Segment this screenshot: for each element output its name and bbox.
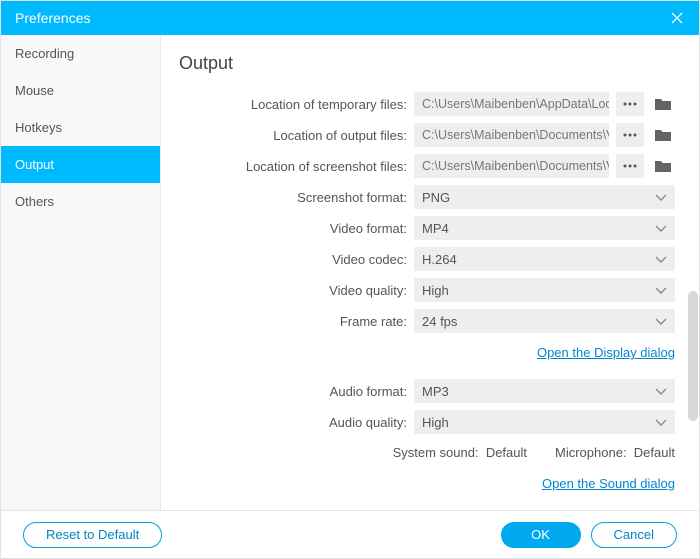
link-display-dialog[interactable]: Open the Display dialog (537, 345, 675, 360)
label-output-files: Location of output files: (179, 128, 407, 143)
audio-device-status: System sound: Default Microphone: Defaul… (179, 441, 675, 464)
label-screenshot-format: Screenshot format: (179, 190, 407, 205)
label-video-codec: Video codec: (179, 252, 407, 267)
sidebar-item-others[interactable]: Others (1, 183, 160, 220)
select-video-quality[interactable]: High (414, 278, 675, 302)
chevron-down-icon (655, 384, 667, 399)
select-audio-format[interactable]: MP3 (414, 379, 675, 403)
link-sound-dialog[interactable]: Open the Sound dialog (542, 476, 675, 491)
browse-button-temp[interactable] (616, 92, 644, 116)
cancel-button[interactable]: Cancel (591, 522, 677, 548)
row-output-files: Location of output files: C:\Users\Maibe… (179, 123, 675, 147)
chevron-down-icon (655, 221, 667, 236)
input-output-files[interactable]: C:\Users\Maibenben\Documents\V (414, 123, 609, 147)
main-panel: Output Location of temporary files: C:\U… (161, 35, 699, 510)
row-video-quality: Video quality: High (179, 278, 675, 302)
label-frame-rate: Frame rate: (179, 314, 407, 329)
chevron-down-icon (655, 252, 667, 267)
folder-icon-temp[interactable] (651, 92, 675, 116)
system-sound-label: System sound: (393, 445, 479, 460)
sidebar: Recording Mouse Hotkeys Output Others (1, 35, 161, 510)
label-video-quality: Video quality: (179, 283, 407, 298)
browse-button-screenshot[interactable] (616, 154, 644, 178)
label-audio-quality: Audio quality: (179, 415, 407, 430)
row-audio-quality: Audio quality: High (179, 410, 675, 434)
select-screenshot-format[interactable]: PNG (414, 185, 675, 209)
label-temp-files: Location of temporary files: (179, 97, 407, 112)
input-screenshot-files[interactable]: C:\Users\Maibenben\Documents\V (414, 154, 609, 178)
window-title: Preferences (15, 10, 90, 26)
sidebar-item-output[interactable]: Output (1, 146, 160, 183)
chevron-down-icon (655, 415, 667, 430)
microphone-value: Default (634, 445, 675, 460)
ok-button[interactable]: OK (501, 522, 581, 548)
sidebar-item-hotkeys[interactable]: Hotkeys (1, 109, 160, 146)
row-temp-files: Location of temporary files: C:\Users\Ma… (179, 92, 675, 116)
folder-icon-screenshot[interactable] (651, 154, 675, 178)
select-frame-rate[interactable]: 24 fps (414, 309, 675, 333)
chevron-down-icon (655, 283, 667, 298)
browse-button-output[interactable] (616, 123, 644, 147)
row-video-codec: Video codec: H.264 (179, 247, 675, 271)
select-video-codec[interactable]: H.264 (414, 247, 675, 271)
row-screenshot-files: Location of screenshot files: C:\Users\M… (179, 154, 675, 178)
select-audio-quality[interactable]: High (414, 410, 675, 434)
sidebar-item-recording[interactable]: Recording (1, 35, 160, 72)
system-sound-value: Default (486, 445, 527, 460)
title-bar: Preferences (1, 1, 699, 35)
row-frame-rate: Frame rate: 24 fps (179, 309, 675, 333)
row-screenshot-format: Screenshot format: PNG (179, 185, 675, 209)
select-video-format[interactable]: MP4 (414, 216, 675, 240)
chevron-down-icon (655, 314, 667, 329)
label-screenshot-files: Location of screenshot files: (179, 159, 407, 174)
label-video-format: Video format: (179, 221, 407, 236)
sidebar-item-mouse[interactable]: Mouse (1, 72, 160, 109)
microphone-label: Microphone: (555, 445, 627, 460)
row-video-format: Video format: MP4 (179, 216, 675, 240)
row-audio-format: Audio format: MP3 (179, 379, 675, 403)
footer: Reset to Default OK Cancel (1, 510, 699, 558)
close-icon[interactable] (669, 10, 685, 26)
input-temp-files[interactable]: C:\Users\Maibenben\AppData\Loca (414, 92, 609, 116)
reset-button[interactable]: Reset to Default (23, 522, 162, 548)
chevron-down-icon (655, 190, 667, 205)
scrollbar-thumb[interactable] (688, 291, 698, 421)
section-title-output: Output (179, 53, 675, 74)
label-audio-format: Audio format: (179, 384, 407, 399)
folder-icon-output[interactable] (651, 123, 675, 147)
